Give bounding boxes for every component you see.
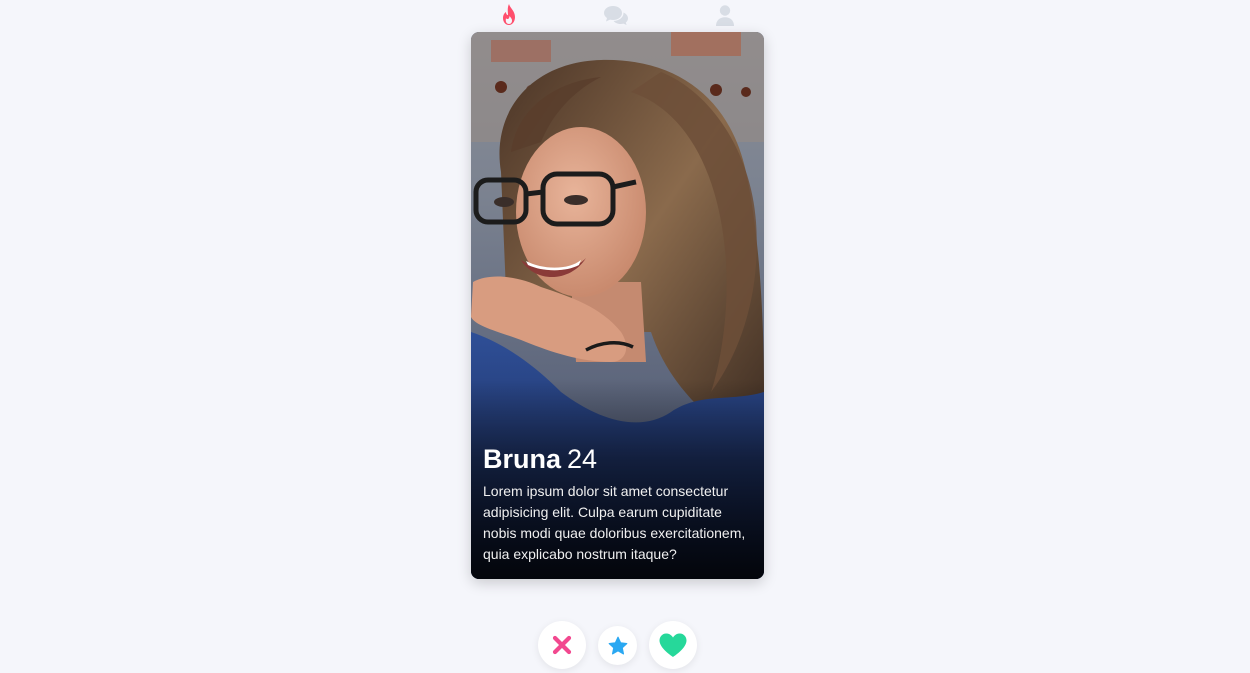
profile-name: Bruna	[483, 444, 562, 474]
nav-messages-button[interactable]	[603, 3, 629, 27]
like-button[interactable]	[649, 621, 697, 669]
chat-icon	[604, 5, 628, 25]
app-root: Bruna 24 Lorem ipsum dolor sit amet conse…	[0, 0, 1250, 673]
profile-heading: Bruna 24	[483, 443, 752, 475]
profile-bio: Lorem ipsum dolor sit amet consectetur a…	[483, 483, 746, 562]
profile-age: 24	[567, 444, 598, 474]
profile-info: Bruna 24 Lorem ipsum dolor sit amet conse…	[483, 443, 752, 565]
flame-icon	[503, 4, 515, 25]
nav-discover-button[interactable]	[496, 3, 522, 27]
user-icon	[716, 4, 734, 26]
close-icon	[552, 635, 572, 655]
nav-profile-button[interactable]	[712, 3, 738, 27]
profile-card[interactable]: Bruna 24 Lorem ipsum dolor sit amet conse…	[471, 32, 764, 579]
dislike-button[interactable]	[538, 621, 586, 669]
top-navigation	[471, 0, 764, 30]
star-icon	[608, 636, 627, 654]
superlike-button[interactable]	[598, 626, 637, 665]
heart-icon	[659, 633, 687, 657]
